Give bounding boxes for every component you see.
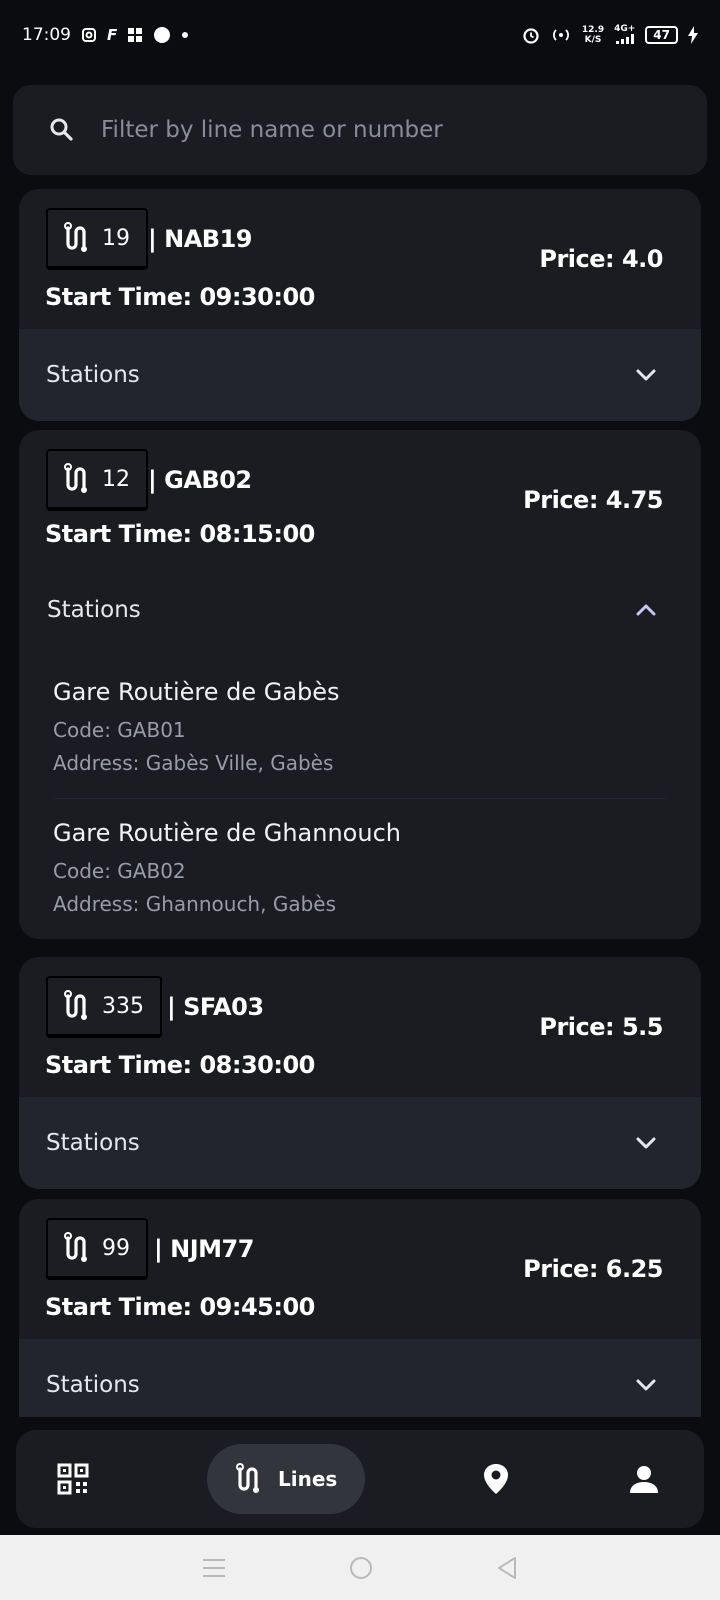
line-number: 335 [102, 993, 144, 1019]
alarm-icon [523, 28, 539, 44]
line-card-header[interactable]: 19 | NAB19 Start Time: 09:30:00 Price: 4… [19, 189, 701, 329]
status-left: 17:09 F [22, 25, 189, 45]
back-icon[interactable] [495, 1555, 519, 1581]
line-card-header[interactable]: 99 | NJM77 Start Time: 09:45:00 Price: 6… [19, 1199, 701, 1339]
line-card: 99 | NJM77 Start Time: 09:45:00 Price: 6… [19, 1199, 701, 1417]
nav-profile[interactable] [628, 1463, 660, 1495]
price: Price: 4.75 [523, 486, 663, 514]
route-icon [236, 1463, 259, 1493]
home-icon[interactable] [348, 1555, 374, 1581]
start-time: Start Time: 09:45:00 [45, 1293, 315, 1321]
chevron-down-icon [636, 369, 656, 381]
battery-indicator: 47 [645, 26, 678, 44]
line-card: 335 | SFA03 Start Time: 08:30:00 Price: … [19, 957, 701, 1189]
start-time: Start Time: 08:15:00 [45, 520, 315, 548]
price: Price: 4.0 [539, 245, 663, 273]
route-icon [64, 463, 87, 493]
route-icon [64, 222, 87, 252]
line-code: | SFA03 [167, 993, 264, 1021]
status-bar: 17:09 F 12.9 K/S 4G+ 47 [0, 0, 720, 70]
stations-toggle[interactable]: Stations [19, 1339, 701, 1417]
net-speed: 12.9 K/S [582, 25, 604, 45]
chevron-down-icon [636, 1379, 656, 1391]
start-time: Start Time: 09:30:00 [45, 283, 315, 311]
search-input[interactable] [101, 117, 661, 143]
stations-toggle[interactable]: Stations [19, 329, 701, 421]
nav-scan[interactable] [56, 1462, 90, 1496]
stations-toggle[interactable]: Stations [19, 570, 701, 650]
signal-indicator: 4G+ [614, 24, 635, 47]
bottom-nav: Lines [16, 1430, 704, 1528]
instagram-icon [82, 28, 96, 42]
station-item[interactable]: Gare Routière de Gabès Code: GAB01 Addre… [53, 658, 667, 799]
station-code: Code: GAB02 [53, 859, 186, 883]
line-card: 19 | NAB19 Start Time: 09:30:00 Price: 4… [19, 189, 701, 421]
nav-map[interactable] [481, 1462, 511, 1496]
status-time: 17:09 [22, 25, 71, 45]
line-code: | NJM77 [154, 1235, 254, 1263]
line-badge: 12 [46, 449, 148, 511]
chevron-up-icon [636, 604, 656, 616]
search-bar[interactable] [13, 85, 707, 175]
line-number: 19 [102, 225, 130, 251]
charging-icon [688, 26, 698, 44]
price: Price: 6.25 [523, 1255, 663, 1283]
station-code: Code: GAB01 [53, 718, 186, 742]
start-time: Start Time: 08:30:00 [45, 1051, 315, 1079]
hotspot-icon [552, 29, 569, 41]
nav-lines[interactable]: Lines [206, 1444, 365, 1514]
search-icon [50, 118, 73, 141]
signal-bars-icon [615, 33, 634, 44]
location-pin-icon [484, 1464, 509, 1494]
circle-icon [154, 27, 171, 43]
person-icon [629, 1466, 658, 1493]
line-code: | GAB02 [148, 466, 252, 494]
dot-icon [182, 32, 189, 38]
menu-icon[interactable] [201, 1557, 227, 1579]
line-code: | NAB19 [148, 225, 252, 253]
line-badge: 99 [46, 1218, 148, 1280]
line-number: 99 [102, 1235, 130, 1261]
station-name: Gare Routière de Gabès [53, 678, 340, 706]
stations-label: Stations [46, 1372, 140, 1398]
route-icon [64, 990, 87, 1020]
line-card-header[interactable]: 335 | SFA03 Start Time: 08:30:00 Price: … [19, 957, 701, 1097]
net-speed-value: 12.9 [581, 25, 605, 35]
qr-code-icon [57, 1463, 89, 1495]
app-icon: F [107, 26, 118, 44]
battery-level: 47 [653, 28, 670, 42]
route-icon [64, 1232, 87, 1262]
chevron-down-icon [636, 1137, 656, 1149]
stations-label: Stations [47, 597, 141, 623]
net-speed-unit: K/S [584, 35, 602, 45]
station-list: Gare Routière de Gabès Code: GAB01 Addre… [19, 650, 701, 939]
station-name: Gare Routière de Ghannouch [53, 819, 401, 847]
line-card: 12 | GAB02 Start Time: 08:15:00 Price: 4… [19, 430, 701, 939]
station-item[interactable]: Gare Routière de Ghannouch Code: GAB02 A… [53, 799, 667, 939]
line-badge: 19 [46, 208, 148, 270]
line-badge: 335 [46, 976, 162, 1038]
network-type: 4G+ [614, 23, 636, 34]
station-address: Address: Ghannouch, Gabès [53, 892, 336, 916]
price: Price: 5.5 [539, 1013, 663, 1041]
stations-label: Stations [46, 1130, 140, 1156]
stations-toggle[interactable]: Stations [19, 1097, 701, 1189]
system-nav-bar [0, 1535, 720, 1600]
line-card-header[interactable]: 12 | GAB02 Start Time: 08:15:00 Price: 4… [19, 430, 701, 570]
nav-lines-label: Lines [278, 1467, 338, 1491]
stations-label: Stations [46, 362, 140, 388]
grid-icon [128, 28, 143, 42]
status-right: 12.9 K/S 4G+ 47 [522, 24, 698, 47]
station-address: Address: Gabès Ville, Gabès [53, 751, 334, 775]
line-number: 12 [102, 466, 130, 492]
